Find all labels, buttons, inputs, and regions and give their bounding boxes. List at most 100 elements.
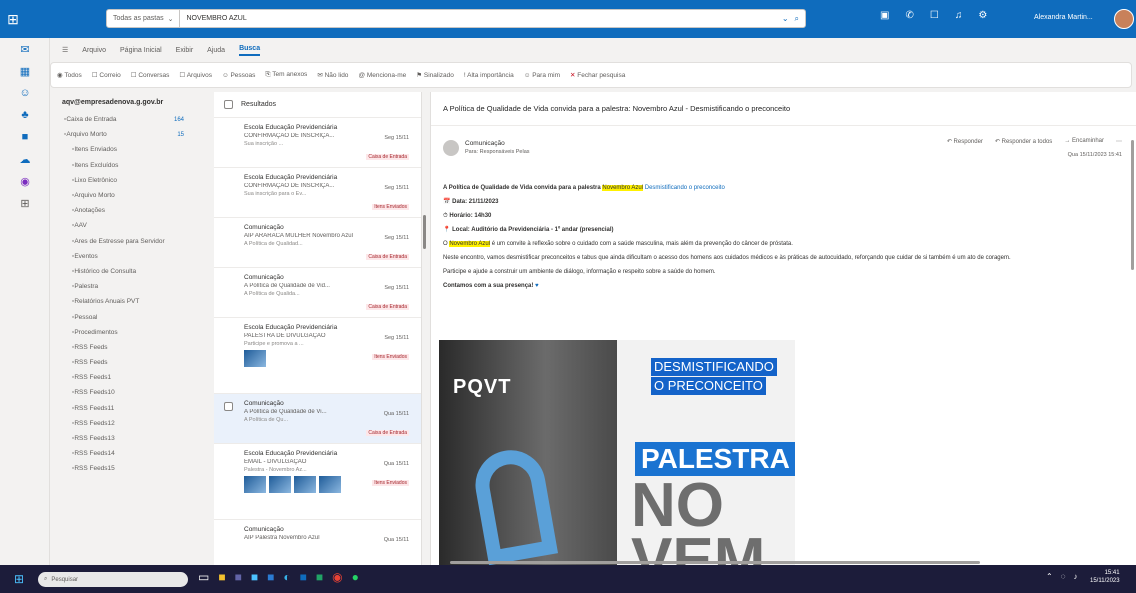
filter-pessoas[interactable]: ☺ Pessoas bbox=[222, 72, 255, 79]
list-item[interactable]: Escola Educação Previdenciária CONFIRMAÇÃ… bbox=[214, 118, 421, 168]
folder-item[interactable]: ▫ RSS Feeds1 bbox=[50, 370, 210, 385]
filter-nao-lido[interactable]: ✉ Não lido bbox=[317, 71, 348, 79]
menu-arquivo[interactable]: Arquivo bbox=[82, 47, 106, 54]
folder-item[interactable]: ▫ RSS Feeds14 bbox=[50, 446, 210, 461]
folder-item[interactable]: ▫ RSS Feeds13 bbox=[50, 431, 210, 446]
folder-item[interactable]: ▫ Lixo Eletrônico bbox=[50, 173, 210, 188]
filter-conversas[interactable]: ☐ Conversas bbox=[131, 71, 170, 79]
list-item[interactable]: Comunicação AIP ARARACA MULHER Novembro A… bbox=[214, 218, 421, 268]
avatar[interactable] bbox=[1114, 9, 1134, 29]
folder-item[interactable]: ▫ RSS Feeds bbox=[50, 355, 210, 370]
store-icon[interactable]: ■ bbox=[251, 570, 258, 584]
folder-item[interactable]: ▫ Itens Enviados bbox=[50, 142, 210, 157]
folder-item[interactable]: ▫ Palestra bbox=[50, 279, 210, 294]
message-checkbox[interactable] bbox=[224, 402, 233, 411]
hamburger-icon[interactable]: ☰ bbox=[62, 46, 68, 54]
attachment-thumbnail[interactable] bbox=[269, 476, 291, 493]
folder-item[interactable]: ▫ Arquivo Morto bbox=[50, 188, 210, 203]
select-all-checkbox[interactable] bbox=[224, 100, 233, 109]
more-actions-icon[interactable]: ⋯ bbox=[1116, 138, 1122, 145]
folder-item[interactable]: ▫ Eventos bbox=[50, 249, 210, 264]
wifi-icon[interactable]: ◌ bbox=[1061, 572, 1066, 581]
search-input[interactable]: NOVEMBRO AZUL bbox=[180, 15, 781, 22]
chrome-icon[interactable]: ◉ bbox=[332, 570, 342, 584]
filter-todos[interactable]: ◉ Todos bbox=[57, 71, 82, 79]
groups-icon[interactable]: ♣ bbox=[0, 104, 50, 126]
folder-item[interactable]: ▫ Relatórios Anuais PVT bbox=[50, 294, 210, 309]
people-icon[interactable]: ☺ bbox=[0, 82, 50, 104]
app-launcher-icon[interactable]: ⊞ bbox=[0, 0, 26, 38]
calendar-icon[interactable]: ▦ bbox=[0, 60, 50, 82]
folder-item[interactable]: ▫ RSS Feeds15 bbox=[50, 461, 210, 476]
menu-pagina-inicial[interactable]: Página Inicial bbox=[120, 47, 162, 54]
menu-exibir[interactable]: Exibir bbox=[176, 47, 194, 54]
outlook-app-icon[interactable]: ■ bbox=[300, 570, 307, 584]
windows-start-icon[interactable]: ⊞ bbox=[14, 572, 28, 586]
folder-item[interactable]: ▫ RSS Feeds10 bbox=[50, 385, 210, 400]
reading-scrollbar[interactable] bbox=[1131, 140, 1134, 270]
user-name[interactable]: Alexandra Martin... bbox=[1034, 14, 1093, 21]
folder-item[interactable]: ▫ Ares de Estresse para Servidor bbox=[50, 234, 210, 249]
folder-item[interactable]: ▫ Itens Excluídos bbox=[50, 158, 210, 173]
teams-icon[interactable]: ▣ bbox=[880, 10, 889, 21]
attachment-thumbnail[interactable] bbox=[244, 350, 266, 367]
filter-correio[interactable]: ☐ Correio bbox=[92, 71, 121, 79]
reply-all-button[interactable]: ↶ Responder a todos bbox=[995, 138, 1052, 145]
volume-icon[interactable]: ♪ bbox=[1073, 572, 1077, 581]
notifications-icon[interactable]: ♫ bbox=[955, 10, 963, 21]
menu-busca[interactable]: Busca bbox=[239, 45, 261, 56]
folder-item[interactable]: ▫ RSS Feeds bbox=[50, 340, 210, 355]
intro-subtitle[interactable]: Desmistificando o preconceito bbox=[645, 185, 725, 191]
list-item[interactable]: Comunicação AIP Palestra Novembro Azul Qua… bbox=[214, 520, 421, 565]
list-scrollbar[interactable] bbox=[423, 215, 426, 249]
list-item[interactable]: Escola Educação Previdenciária EMAIL - DI… bbox=[214, 444, 421, 520]
chevron-down-icon[interactable]: ⌄ bbox=[782, 14, 789, 24]
attachment-thumbnail[interactable] bbox=[319, 476, 341, 493]
phone-icon[interactable]: ✆ bbox=[905, 10, 913, 21]
sender-name[interactable]: Comunicação bbox=[465, 140, 530, 147]
attachment-thumbnail[interactable] bbox=[294, 476, 316, 493]
folder-item[interactable]: ▫ RSS Feeds11 bbox=[50, 401, 210, 416]
excel-icon[interactable]: ■ bbox=[316, 570, 323, 584]
onedrive-icon[interactable]: ☁ bbox=[0, 148, 50, 170]
explorer-icon[interactable]: ■ bbox=[218, 570, 225, 584]
filter-arquivos[interactable]: ☐ Arquivos bbox=[179, 71, 212, 79]
filter-alta-importancia[interactable]: ! Alta importância bbox=[464, 72, 514, 79]
menu-ajuda[interactable]: Ajuda bbox=[207, 47, 225, 54]
edge-icon[interactable]: ◐ bbox=[283, 570, 290, 584]
folder-item[interactable]: ▫ Anotações bbox=[50, 203, 210, 218]
more-apps-icon[interactable]: ⊞ bbox=[0, 192, 50, 214]
task-view-icon[interactable]: ▭ bbox=[198, 570, 209, 584]
mail-icon[interactable]: ✉ bbox=[0, 38, 50, 60]
list-item[interactable]: Escola Educação Previdenciária CONFIRMAÇÃ… bbox=[214, 168, 421, 218]
filter-menciona-me[interactable]: @ Menciona-me bbox=[358, 72, 406, 79]
list-item[interactable]: Comunicação A Política de Qualidade de Vi… bbox=[214, 268, 421, 318]
folder-item[interactable]: ▫ Procedimentos bbox=[50, 325, 210, 340]
chevron-up-icon[interactable]: ⌃ bbox=[1046, 572, 1053, 581]
files-icon[interactable]: ■ bbox=[0, 126, 50, 148]
filter-tem-anexos[interactable]: ⎘ Tem anexos bbox=[265, 71, 307, 79]
word-icon[interactable]: ■ bbox=[267, 570, 274, 584]
loop-icon[interactable]: ◉ bbox=[0, 170, 50, 192]
folder-item[interactable]: ▫ Arquivo Morto 15 bbox=[50, 127, 210, 142]
folder-item[interactable]: ▫ AAV bbox=[50, 218, 210, 233]
filter-sinalizado[interactable]: ⚑ Sinalizado bbox=[416, 71, 454, 79]
folder-item[interactable]: ▫ Caixa de Entrada 164 bbox=[50, 112, 210, 127]
reply-button[interactable]: ↶ Responder bbox=[947, 138, 983, 145]
reading-hscrollbar[interactable] bbox=[450, 561, 980, 564]
folder-item[interactable]: ▫ Histórico de Consulta bbox=[50, 264, 210, 279]
account-header[interactable]: aqv@empresadenova.g.gov.br bbox=[50, 92, 210, 112]
filter-para-mim[interactable]: ☺ Para mim bbox=[524, 72, 560, 79]
whatsapp-icon[interactable]: ● bbox=[352, 570, 359, 584]
list-item[interactable]: Escola Educação Previdenciária PALESTRA D… bbox=[214, 318, 421, 394]
forward-button[interactable]: → Encaminhar bbox=[1064, 138, 1104, 145]
feedback-icon[interactable]: ☐ bbox=[930, 10, 939, 21]
folder-item[interactable]: ▫ RSS Feeds12 bbox=[50, 416, 210, 431]
taskbar-search[interactable]: ⌕ Pesquisar bbox=[38, 572, 188, 587]
settings-icon[interactable]: ⚙ bbox=[978, 10, 987, 21]
attachment-thumbnail[interactable] bbox=[244, 476, 266, 493]
taskbar-clock[interactable]: 15:41 15/11/2023 bbox=[1090, 569, 1120, 586]
search-icon[interactable]: ⌕ bbox=[795, 14, 799, 24]
list-item[interactable]: Comunicação A Política de Qualidade de Vi… bbox=[214, 394, 421, 444]
sender-avatar[interactable] bbox=[443, 140, 459, 156]
